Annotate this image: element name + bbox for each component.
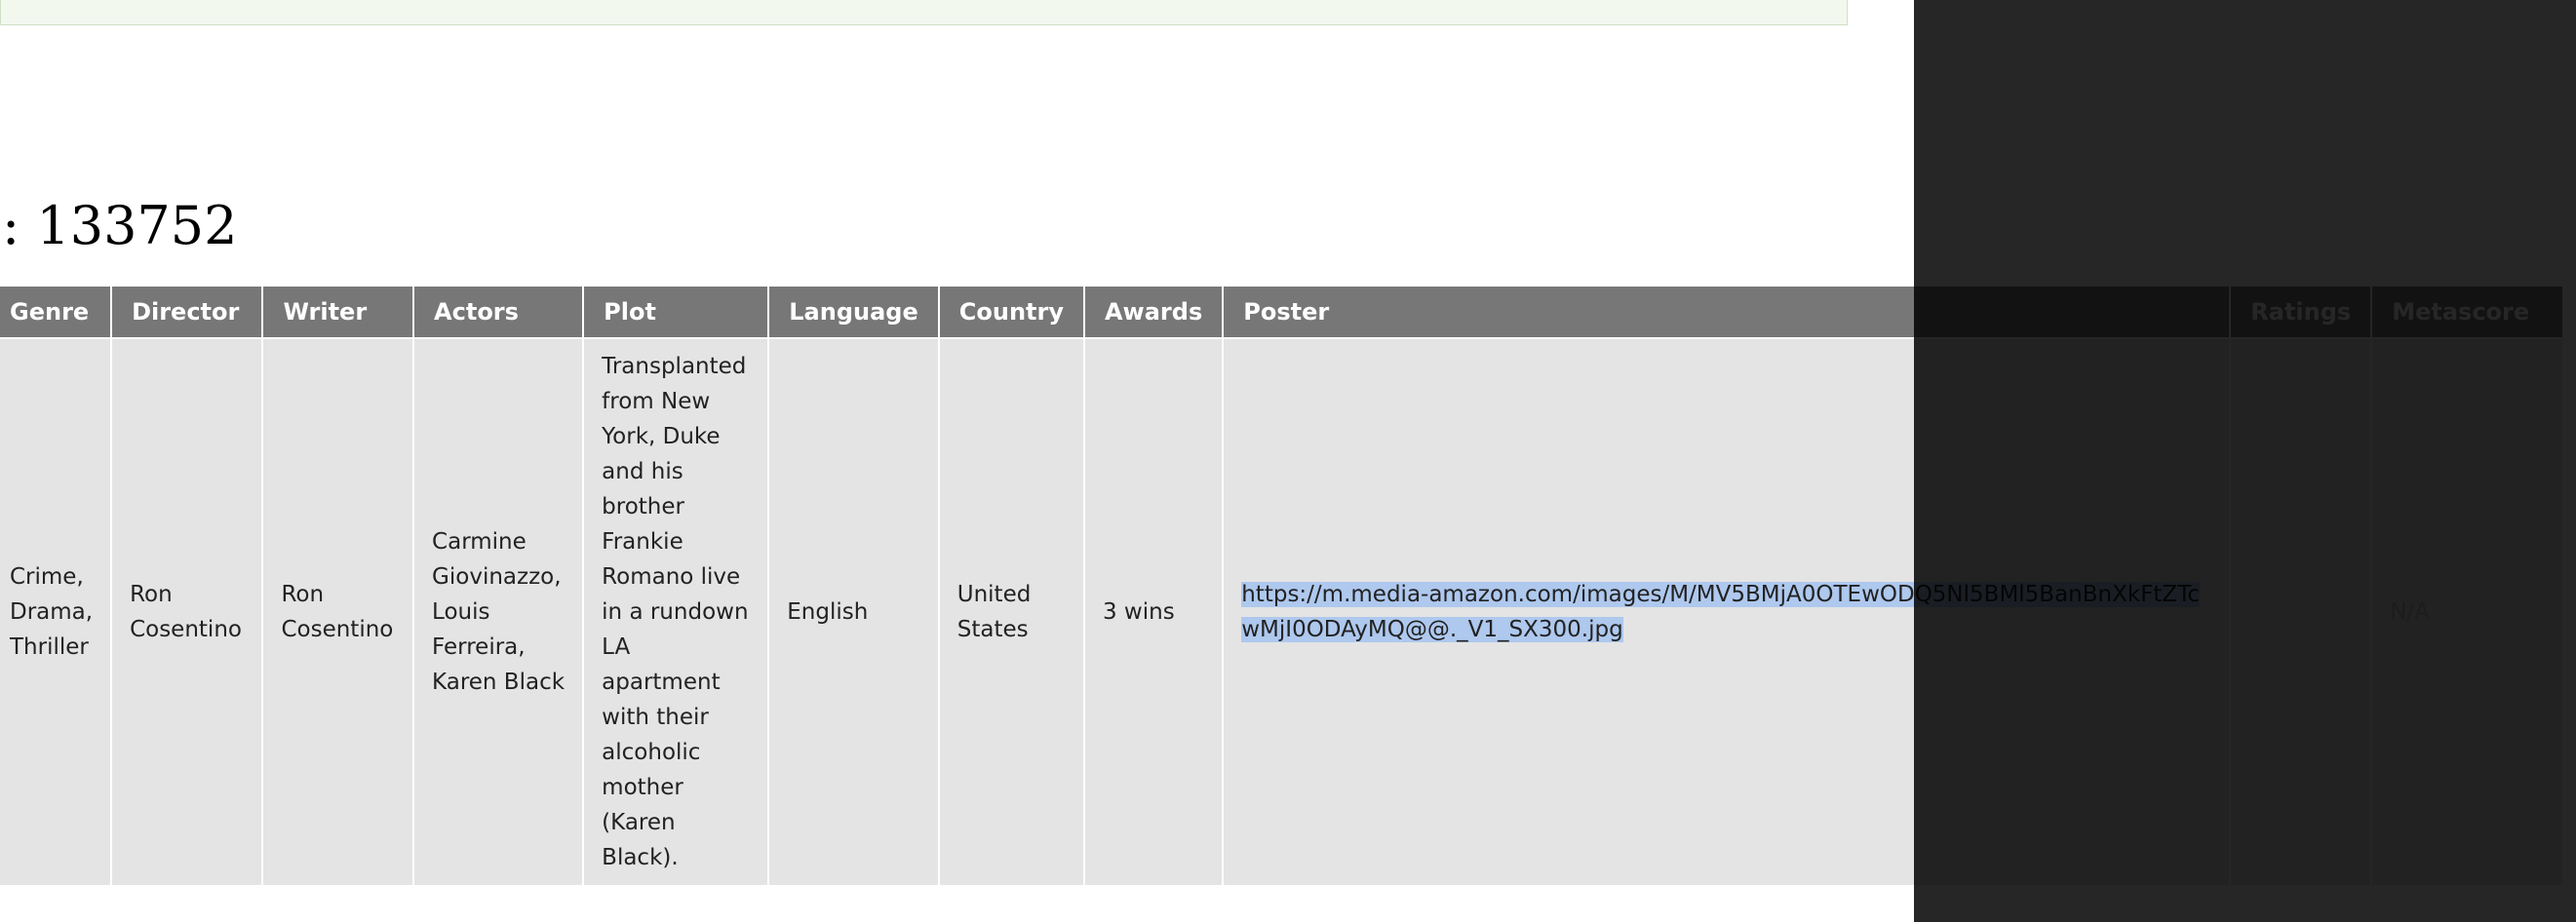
table-header-row: Genre Director Writer Actors Plot Langua… [0, 285, 2564, 339]
cell-metascore: N/A [2370, 337, 2564, 887]
header-writer[interactable]: Writer [261, 285, 415, 339]
header-genre[interactable]: Genre [0, 285, 113, 339]
movie-table: Genre Director Writer Actors Plot Langua… [0, 285, 2564, 887]
table-row: Crime, Drama, Thriller Ron Cosentino Ron… [0, 337, 2564, 887]
header-ratings[interactable]: Ratings [2229, 285, 2373, 339]
cell-plot: Transplanted from New York, Duke and his… [582, 337, 770, 887]
cell-ratings [2229, 337, 2373, 887]
cell-director: Ron Cosentino [110, 337, 264, 887]
poster-url-selected-text[interactable]: https://m.media-amazon.com/images/M/MV5B… [1241, 582, 2200, 642]
cell-language: English [767, 337, 940, 887]
cell-poster: https://m.media-amazon.com/images/M/MV5B… [1222, 337, 2232, 887]
header-plot[interactable]: Plot [582, 285, 770, 339]
header-poster[interactable]: Poster [1222, 285, 2232, 339]
header-metascore[interactable]: Metascore [2370, 285, 2564, 339]
cell-country: United States [937, 337, 1085, 887]
cell-writer: Ron Cosentino [261, 337, 415, 887]
header-country[interactable]: Country [937, 285, 1085, 339]
header-awards[interactable]: Awards [1082, 285, 1225, 339]
header-language[interactable]: Language [767, 285, 940, 339]
cell-genre: Crime, Drama, Thriller [0, 337, 113, 887]
header-actors[interactable]: Actors [412, 285, 585, 339]
cell-awards: 3 wins [1082, 337, 1225, 887]
cell-actors: Carmine Giovinazzo, Louis Ferreira, Kare… [412, 337, 585, 887]
page-heading: : 133752 [2, 195, 238, 256]
header-director[interactable]: Director [110, 285, 264, 339]
top-notice-box [0, 0, 1848, 25]
